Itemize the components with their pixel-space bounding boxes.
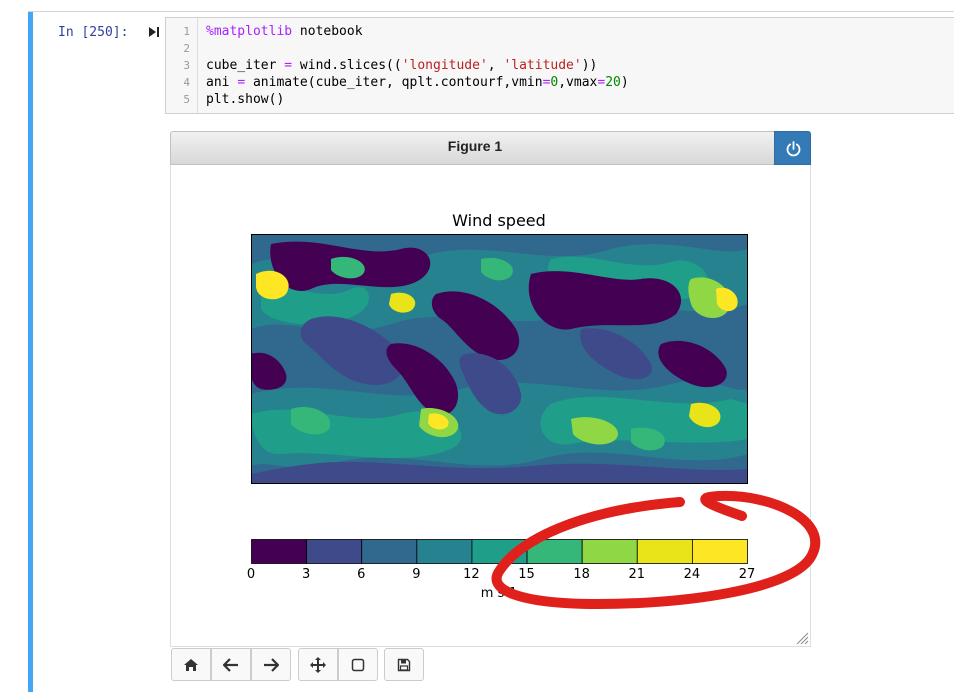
line-number: 3 (183, 59, 190, 72)
figure-title: Figure 1 (447, 138, 503, 154)
colorbar-segment (306, 539, 363, 564)
code-editor[interactable]: 1 2 3 4 5 %matplotlib notebook cube_iter… (165, 17, 954, 114)
cell-selected-indicator (28, 12, 33, 692)
colorbar-tick-label: 3 (301, 567, 311, 582)
line-number: 2 (183, 42, 190, 55)
colorbar-segment (251, 539, 308, 564)
save-button[interactable] (384, 648, 424, 681)
colorbar-tick-label: 21 (628, 567, 646, 582)
cell-prompt: In [250]: (58, 25, 129, 40)
colorbar-segment (526, 539, 583, 564)
forward-arrow-icon (264, 657, 279, 672)
colorbar (251, 539, 748, 564)
colorbar-segment (471, 539, 528, 564)
move-icon (310, 656, 326, 673)
cell-top-border (28, 11, 954, 12)
line-number-gutter: 1 2 3 4 5 (166, 18, 198, 113)
colorbar-tick-label: 24 (683, 567, 701, 582)
colorbar-tick-label: 9 (412, 567, 421, 582)
forward-button[interactable] (251, 648, 291, 681)
save-icon (397, 658, 411, 671)
colorbar-tick-label: 6 (357, 567, 366, 582)
plot-title: Wind speed (452, 211, 546, 230)
colorbar-units-label: m s-1 (480, 586, 518, 601)
pan-button[interactable] (298, 648, 338, 681)
wind-speed-map (251, 234, 748, 484)
home-icon (184, 658, 198, 671)
line-number: 5 (183, 93, 190, 106)
code-line: ani = animate(cube_iter, qplt.contourf,v… (206, 75, 629, 90)
figure-header: Figure 1 (170, 131, 811, 165)
colorbar-segment (361, 539, 418, 564)
colorbar-tick-label: 27 (738, 567, 756, 582)
colorbar-tick-label: 18 (573, 567, 590, 582)
back-button[interactable] (211, 648, 251, 681)
line-number: 4 (183, 76, 190, 89)
code-line: plt.show() (206, 92, 285, 107)
colorbar-tick-label: 15 (518, 567, 535, 582)
code-line: cube_iter = wind.slices(('longitude', 'l… (206, 58, 598, 73)
line-number: 1 (183, 25, 190, 38)
colorbar-segment (581, 539, 638, 564)
home-button[interactable] (171, 648, 211, 681)
back-arrow-icon (223, 657, 238, 672)
zoom-rect-button[interactable] (338, 648, 378, 681)
resize-handle-icon[interactable] (795, 631, 809, 645)
colorbar-tick-label: 0 (246, 567, 256, 582)
zoom-rect-icon (351, 658, 365, 671)
colorbar-segment (416, 539, 473, 564)
colorbar-segment (691, 539, 748, 564)
code-line: %matplotlib notebook (206, 24, 363, 39)
power-icon (786, 141, 801, 157)
colorbar-tick-label: 12 (463, 567, 480, 582)
close-figure-button[interactable] (774, 131, 811, 165)
run-cell-icon[interactable] (148, 26, 160, 38)
colorbar-segment (636, 539, 693, 564)
